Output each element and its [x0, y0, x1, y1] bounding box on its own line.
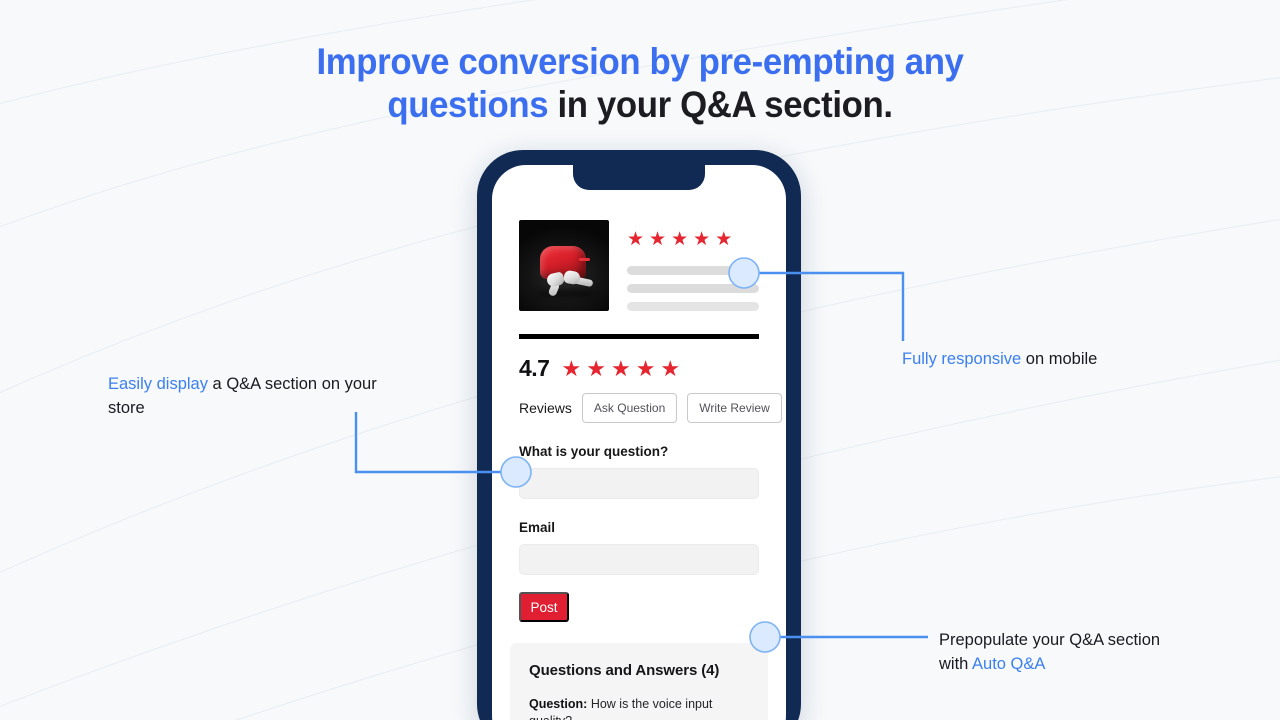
product-meta: ★ ★ ★ ★ ★ [627, 220, 759, 311]
qa-item: Question: How is the voice input quality… [529, 696, 749, 720]
star-icon: ★ [649, 229, 667, 250]
product-header: ★ ★ ★ ★ ★ [492, 220, 786, 311]
write-review-button[interactable]: Write Review [687, 393, 782, 423]
headline-line-1: Improve conversion by pre-empting any [316, 41, 964, 82]
email-input[interactable] [519, 544, 759, 575]
product-image [519, 220, 609, 311]
question-field-label: What is your question? [519, 444, 669, 459]
phone-notch [573, 165, 705, 190]
phone-mockup: ★ ★ ★ ★ ★ 4.7 ★ ★ ★ ★ ★ Reviews Ask Ques… [477, 150, 801, 720]
callout-right-top-rest: on mobile [1021, 350, 1098, 368]
product-image-shadow [537, 290, 595, 297]
rating-star-row: ★ ★ ★ ★ ★ [561, 355, 681, 381]
callout-right-bottom-accent: Auto Q&A [972, 655, 1046, 673]
qa-section-title: Questions and Answers (4) [529, 662, 720, 679]
callout-left-accent: Easily display [108, 375, 208, 393]
headline-line-2-rest: in your Q&A section. [548, 84, 893, 125]
rating-summary: 4.7 ★ ★ ★ ★ ★ [519, 355, 759, 382]
headline-line-2-accent: questions [387, 84, 549, 125]
page-headline: Improve conversion by pre-empting any qu… [38, 40, 1241, 126]
qa-item-prefix: Question: [529, 697, 588, 711]
placeholder-bar [627, 302, 759, 311]
star-icon: ★ [635, 355, 656, 381]
rating-value: 4.7 [519, 355, 550, 381]
reviews-actions: Reviews Ask Question Write Review [519, 393, 782, 423]
star-icon: ★ [586, 355, 606, 381]
phone-screen: ★ ★ ★ ★ ★ 4.7 ★ ★ ★ ★ ★ Reviews Ask Ques… [492, 165, 786, 720]
star-icon: ★ [627, 229, 645, 250]
callout-text-prepopulate: Prepopulate your Q&A section with Auto Q… [939, 628, 1169, 676]
store-page-content: ★ ★ ★ ★ ★ 4.7 ★ ★ ★ ★ ★ Reviews Ask Ques… [492, 165, 786, 720]
star-icon: ★ [715, 229, 733, 250]
product-text-placeholder-bars [627, 266, 759, 311]
email-field-label: Email [519, 520, 556, 535]
callout-right-top-accent: Fully responsive [902, 350, 1022, 368]
star-icon: ★ [610, 355, 631, 381]
star-icon: ★ [561, 355, 582, 381]
ask-question-button[interactable]: Ask Question [581, 393, 678, 423]
callout-text-easily-display: Easily display a Q&A section on your sto… [108, 372, 378, 420]
reviews-label: Reviews [519, 400, 572, 416]
questions-and-answers-card: Questions and Answers (4) Question: How … [510, 643, 768, 720]
placeholder-bar [627, 284, 759, 293]
star-icon: ★ [660, 355, 681, 381]
placeholder-bar [627, 266, 759, 275]
product-star-rating: ★ ★ ★ ★ ★ [627, 230, 759, 249]
question-input[interactable] [519, 468, 759, 499]
star-icon: ★ [671, 229, 689, 250]
callout-text-fully-responsive: Fully responsive on mobile [902, 347, 1162, 371]
section-divider [519, 334, 759, 339]
post-button[interactable]: Post [519, 592, 569, 622]
product-image-case-lip [579, 258, 590, 261]
star-icon: ★ [693, 229, 711, 250]
